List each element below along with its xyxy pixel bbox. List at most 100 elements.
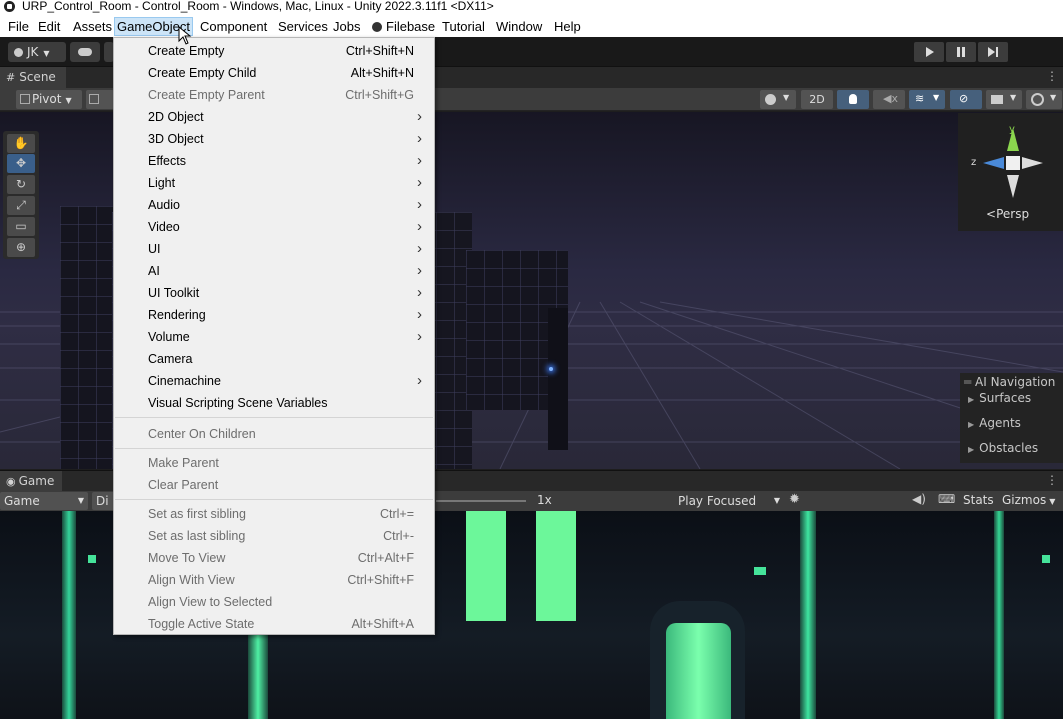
- lighting-toggle[interactable]: [837, 90, 869, 109]
- transform-tool[interactable]: ⊕: [7, 238, 35, 257]
- projection-toggle[interactable]: <Persp: [986, 207, 1029, 221]
- gamepad-icon: ◉: [6, 475, 16, 488]
- indicator-light: [1042, 555, 1050, 563]
- menu-file[interactable]: File: [6, 17, 31, 36]
- more-options-icon[interactable]: ⋮: [1046, 69, 1058, 83]
- menu-filebase[interactable]: Filebase: [370, 17, 437, 36]
- unity-logo-icon: [4, 1, 15, 12]
- keyboard-icon[interactable]: ⌨: [938, 492, 955, 506]
- menu-item-3d-object[interactable]: 3D Object ›: [114, 128, 434, 150]
- cloud-button[interactable]: [70, 42, 100, 62]
- play-button[interactable]: [914, 42, 944, 62]
- scale-slider[interactable]: [436, 500, 526, 502]
- game-view-select[interactable]: Game ▼: [0, 492, 88, 510]
- menu-item-shortcut: Alt+Shift+N: [350, 66, 414, 80]
- play-mode-label: Play Focused: [678, 494, 757, 508]
- menu-filebase-label: Filebase: [386, 19, 436, 34]
- 2d-toggle[interactable]: 2D: [801, 90, 833, 109]
- audio-toggle[interactable]: ◀x: [873, 90, 905, 109]
- chevron-down-icon: ▼: [43, 49, 50, 58]
- menu-item-cinemachine[interactable]: Cinemachine ›: [114, 370, 434, 392]
- more-options-icon[interactable]: ⋮: [1046, 473, 1058, 487]
- menu-item-create-empty-child[interactable]: Create Empty Child Alt+Shift+N: [114, 62, 434, 84]
- audio-icon[interactable]: ◀): [912, 492, 926, 506]
- menu-item-rendering[interactable]: Rendering ›: [114, 304, 434, 326]
- cloud-icon: [78, 48, 92, 56]
- chevron-down-icon: ▼: [773, 496, 780, 505]
- indicator-light: [88, 555, 96, 563]
- rotate-tool[interactable]: ↻: [7, 175, 35, 194]
- menu-tutorial[interactable]: Tutorial: [440, 17, 487, 36]
- menu-component[interactable]: Component: [198, 17, 269, 36]
- hand-tool[interactable]: ✋: [7, 134, 35, 153]
- indicator-light: [754, 567, 766, 575]
- menu-item-label: 3D Object: [148, 132, 204, 146]
- menu-item-ui[interactable]: UI ›: [114, 238, 434, 260]
- ai-nav-surfaces[interactable]: ▶ Surfaces: [968, 391, 1031, 405]
- menu-assets[interactable]: Assets: [71, 17, 114, 36]
- shading-mode-dropdown[interactable]: ▼: [760, 90, 796, 109]
- account-button[interactable]: JK ▼: [8, 42, 66, 62]
- gizmos-dropdown[interactable]: ▼: [1026, 90, 1062, 109]
- menu-edit[interactable]: Edit: [36, 17, 62, 36]
- menu-item-camera[interactable]: Camera: [114, 348, 434, 370]
- menu-item-visual-scripting-scene-variables[interactable]: Visual Scripting Scene Variables: [114, 392, 434, 414]
- gameobject-menu: Create Empty Ctrl+Shift+N Create Empty Chi…: [113, 37, 435, 635]
- tab-game[interactable]: ◉ Game: [0, 471, 62, 492]
- submenu-arrow-icon: ›: [417, 152, 422, 169]
- display-select-label: Di: [96, 494, 109, 508]
- scene-visibility-toggle[interactable]: ⊘: [950, 90, 982, 109]
- menu-services[interactable]: Services: [276, 17, 330, 36]
- submenu-arrow-icon: ›: [417, 240, 422, 257]
- camera-dropdown[interactable]: ▼: [986, 90, 1022, 109]
- menu-item-label: AI: [148, 264, 160, 278]
- gizmo-z-label: z: [971, 157, 977, 168]
- menu-item-video[interactable]: Video ›: [114, 216, 434, 238]
- local-toggle[interactable]: Lo: [86, 90, 114, 125]
- menu-help[interactable]: Help: [552, 17, 583, 36]
- pivot-toggle[interactable]: Pivot ▼: [16, 90, 82, 109]
- transform-tools-panel: ✋ ✥ ↻ ⤢ ▭ ⊕: [3, 131, 39, 259]
- game-view-select-label: Game: [4, 494, 40, 508]
- menu-item-ui-toolkit[interactable]: UI Toolkit ›: [114, 282, 434, 304]
- pause-button[interactable]: [946, 42, 976, 62]
- submenu-arrow-icon: ›: [417, 218, 422, 235]
- neon-tube: [466, 511, 506, 621]
- chevron-down-icon: ▼: [1010, 93, 1017, 102]
- menu-item-toggle-active-state: Toggle Active State Alt+Shift+A: [114, 613, 434, 635]
- menu-jobs[interactable]: Jobs: [331, 17, 362, 36]
- move-tool[interactable]: ✥: [7, 154, 35, 173]
- play-mode-select[interactable]: Play Focused ▼: [674, 492, 784, 510]
- ai-nav-obstacles[interactable]: ▶ Obstacles: [968, 441, 1038, 455]
- capsule-glow: [666, 623, 731, 719]
- orientation-gizmo[interactable]: y z <Persp: [958, 113, 1063, 231]
- rect-tool[interactable]: ▭: [7, 217, 35, 236]
- menu-item-create-empty[interactable]: Create Empty Ctrl+Shift+N: [114, 40, 434, 62]
- menu-item-ai[interactable]: AI ›: [114, 260, 434, 282]
- effects-dropdown[interactable]: ≋ ▼: [909, 90, 945, 109]
- rect-icon: ▭: [15, 219, 27, 233]
- menu-item-light[interactable]: Light ›: [114, 172, 434, 194]
- menu-window[interactable]: Window: [494, 17, 544, 36]
- menu-item-label: UI Toolkit: [148, 286, 200, 300]
- mouse-cursor-icon: [178, 26, 192, 45]
- scale-tool[interactable]: ⤢: [7, 196, 35, 215]
- menu-item-volume[interactable]: Volume ›: [114, 326, 434, 348]
- gizmos-button[interactable]: Gizmos ▼: [1002, 493, 1055, 507]
- step-button[interactable]: [978, 42, 1008, 62]
- menu-item-shortcut: Alt+Shift+A: [351, 617, 414, 631]
- menu-item-2d-object[interactable]: 2D Object ›: [114, 106, 434, 128]
- filebase-icon: [372, 22, 382, 32]
- menu-item-effects[interactable]: Effects ›: [114, 150, 434, 172]
- submenu-arrow-icon: ›: [417, 108, 422, 125]
- menu-item-set-as-last-sibling: Set as last sibling Ctrl+-: [114, 525, 434, 547]
- tab-scene[interactable]: # Scene: [0, 67, 66, 88]
- stats-button[interactable]: Stats: [963, 493, 994, 507]
- menu-item-audio[interactable]: Audio ›: [114, 194, 434, 216]
- menu-item-label: Create Empty Parent: [148, 88, 265, 102]
- menu-item-label: Toggle Active State: [148, 617, 255, 631]
- bug-icon[interactable]: ✹: [789, 492, 800, 507]
- wall-left: [60, 206, 120, 469]
- ai-nav-agents[interactable]: ▶ Agents: [968, 416, 1021, 430]
- menu-item-shortcut: Ctrl+Shift+N: [345, 44, 414, 58]
